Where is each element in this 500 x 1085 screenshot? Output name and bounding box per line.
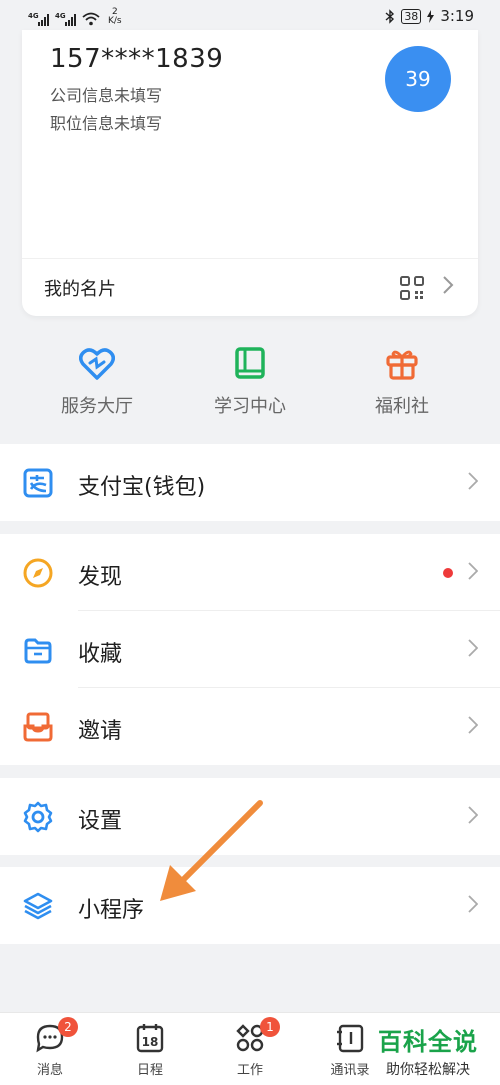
watermark: 百科全说 助你轻松解决: [378, 1022, 478, 1079]
bluetooth-icon: [385, 8, 395, 24]
unread-badge: 1: [260, 1017, 280, 1037]
charging-icon: [427, 9, 435, 23]
signal-icon: 4G: [28, 12, 49, 26]
compass-icon: [23, 558, 53, 588]
menu-group-social: 发现 收藏 邀请: [0, 534, 500, 765]
chevron-right-icon: [468, 895, 478, 913]
folder-icon: [24, 638, 52, 664]
alipay-icon: [23, 468, 53, 498]
my-name-card-row[interactable]: 我的名片: [22, 259, 478, 316]
chevron-right-icon: [468, 472, 478, 490]
quick-action-learning-center[interactable]: 学习中心: [185, 346, 315, 418]
inbox-icon: [23, 712, 53, 742]
qr-code-icon[interactable]: [400, 276, 424, 300]
profile-card[interactable]: 157****1839 公司信息未填写 职位信息未填写 39 我的名片: [22, 30, 478, 316]
chevron-right-icon: [443, 276, 454, 294]
tab-work[interactable]: 1 工作: [210, 1017, 290, 1078]
clock: 3:19: [440, 7, 474, 25]
contacts-book-icon: [337, 1024, 364, 1053]
calendar-day: 18: [142, 1035, 159, 1049]
watermark-subtitle: 助你轻松解决: [386, 1062, 470, 1078]
layers-icon: [23, 892, 53, 920]
menu-item-label: 小程序: [78, 898, 145, 923]
phone-number: 157****1839: [50, 44, 224, 74]
watermark-title: 百科全说: [378, 1028, 478, 1056]
tab-label: 日程: [136, 1063, 163, 1078]
gift-icon: [386, 350, 418, 380]
position-info: 职位信息未填写: [50, 114, 163, 133]
signal-icon-2: 4G: [55, 12, 76, 26]
heart-badge-icon: [79, 348, 115, 380]
quick-action-service-hall[interactable]: 服务大厅: [32, 346, 162, 418]
annotation-arrow-icon: [160, 800, 263, 901]
tab-label: 消息: [36, 1063, 63, 1078]
tab-label: 工作: [236, 1063, 263, 1078]
wifi-icon: [82, 12, 100, 26]
tab-messages[interactable]: 2 消息: [10, 1017, 90, 1078]
avatar[interactable]: 39: [385, 46, 451, 112]
gear-icon: [23, 801, 53, 833]
name-card-label: 我的名片: [44, 279, 116, 300]
unread-dot: [443, 568, 453, 578]
menu-item-discover[interactable]: 发现: [0, 534, 500, 611]
menu-item-label: 支付宝(钱包): [78, 475, 206, 500]
menu-item-alipay[interactable]: 支付宝(钱包): [0, 444, 500, 521]
quick-action-label: 学习中心: [214, 396, 286, 417]
book-icon: [235, 347, 265, 379]
menu-group-wallet: 支付宝(钱包): [0, 444, 500, 521]
chevron-right-icon: [468, 639, 478, 657]
menu-item-label: 设置: [78, 809, 123, 834]
network-speed: 2 K/s: [108, 7, 122, 26]
company-info: 公司信息未填写: [50, 86, 163, 105]
quick-action-welfare[interactable]: 福利社: [337, 346, 467, 418]
menu-item-label: 邀请: [78, 719, 123, 744]
battery-level: 38: [401, 8, 422, 24]
tab-calendar[interactable]: 18 日程: [110, 1021, 190, 1078]
menu-item-label: 发现: [78, 565, 123, 590]
calendar-icon: 18: [136, 1024, 164, 1053]
menu-item-favorites[interactable]: 收藏: [0, 611, 500, 688]
quick-action-label: 服务大厅: [61, 396, 133, 417]
chevron-right-icon: [468, 806, 478, 824]
unread-badge: 2: [58, 1017, 78, 1037]
status-bar: 4G 4G 2 K/s 38 3:19: [0, 0, 500, 34]
quick-actions: 服务大厅 学习中心 福利社: [0, 316, 500, 432]
chevron-right-icon: [468, 562, 478, 580]
menu-item-invite[interactable]: 邀请: [0, 688, 500, 765]
quick-action-label: 福利社: [375, 396, 429, 417]
menu-item-label: 收藏: [78, 642, 123, 667]
chevron-right-icon: [468, 716, 478, 734]
